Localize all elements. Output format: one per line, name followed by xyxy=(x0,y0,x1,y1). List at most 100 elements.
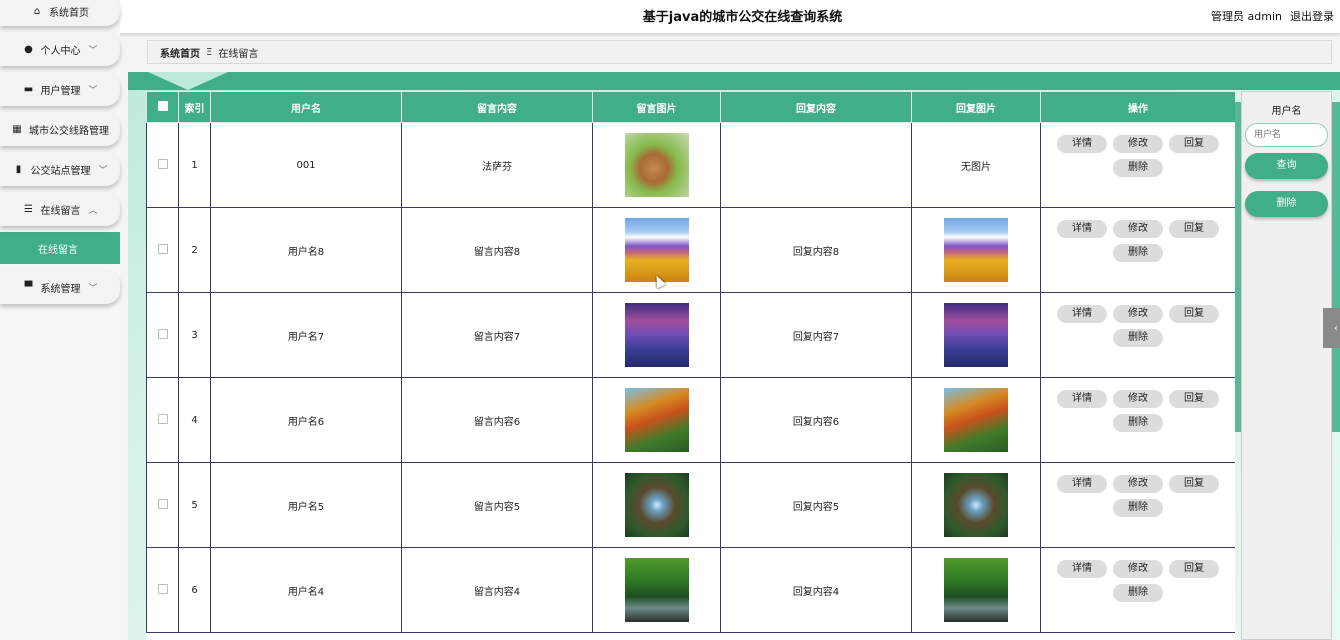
sliders-icon: ☰ xyxy=(24,203,33,215)
detail-button[interactable]: 详情 xyxy=(1057,560,1107,578)
col-content[interactable]: 留言内容 xyxy=(401,91,593,123)
username-cell: 用户名8 xyxy=(210,207,402,293)
message-image[interactable] xyxy=(944,303,1008,367)
edit-button[interactable]: 修改 xyxy=(1113,475,1163,493)
image-cell xyxy=(592,292,721,378)
content-cell: 留言内容5 xyxy=(401,462,593,548)
clipboard-icon: ▮ xyxy=(15,163,22,175)
select-all-cell xyxy=(146,91,179,123)
row-checkbox[interactable] xyxy=(157,328,168,339)
monitor-icon: ▀ xyxy=(24,281,33,293)
reply-cell: 回复内容4 xyxy=(720,547,912,633)
sidebar-item-label: 个人中心 xyxy=(40,45,81,57)
delete-button[interactable]: 删除 xyxy=(1113,499,1163,517)
reply-button[interactable]: 回复 xyxy=(1169,220,1219,238)
user-label: 管理员 admin xyxy=(1211,10,1282,23)
reply-button[interactable]: 回复 xyxy=(1169,560,1219,578)
sidebar-item-bus-stops[interactable]: ▮ 公交站点管理 ﹀ xyxy=(0,152,120,186)
content-cell: 留言内容6 xyxy=(401,377,593,463)
actions-cell: 详情 修改 回复 删除 xyxy=(1040,547,1235,633)
actions-cell: 详情 修改 回复 删除 xyxy=(1040,292,1235,378)
edit-button[interactable]: 修改 xyxy=(1113,560,1163,578)
grid-icon: ▦ xyxy=(12,123,22,135)
message-image[interactable] xyxy=(944,218,1008,282)
index-cell: 1 xyxy=(178,122,211,208)
username-search-input[interactable] xyxy=(1245,123,1328,147)
message-image[interactable] xyxy=(624,388,689,452)
delete-button[interactable]: 删除 xyxy=(1113,584,1163,602)
row-checkbox[interactable] xyxy=(157,583,168,594)
image-cell xyxy=(592,462,721,548)
col-username[interactable]: 用户名 xyxy=(210,91,402,123)
index-cell: 2 xyxy=(178,207,211,293)
sidebar-item-personal-center[interactable]: ● 个人中心 ﹀ xyxy=(0,32,120,66)
message-image[interactable] xyxy=(624,133,689,197)
actions-cell: 详情 修改 回复 删除 xyxy=(1040,377,1235,463)
panel-band xyxy=(128,72,1340,90)
index-cell: 5 xyxy=(178,462,211,548)
sidebar-item-label: 系统管理 xyxy=(40,283,81,295)
chevron-left-icon: ‹ xyxy=(1334,322,1338,334)
message-image[interactable] xyxy=(624,218,689,282)
user-area: 管理员 admin 退出登录 xyxy=(1211,8,1334,24)
detail-button[interactable]: 详情 xyxy=(1057,390,1107,408)
col-reply-image[interactable]: 回复图片 xyxy=(911,91,1041,123)
delete-button[interactable]: 删除 xyxy=(1113,414,1163,432)
delete-button[interactable]: 删除 xyxy=(1113,244,1163,262)
batch-delete-button[interactable]: 删除 xyxy=(1245,191,1328,217)
delete-button[interactable]: 删除 xyxy=(1113,329,1163,347)
actions-cell: 详情 修改 回复 删除 xyxy=(1040,462,1235,548)
message-image[interactable] xyxy=(944,388,1008,452)
sidebar-item-label: 在线留言 xyxy=(40,205,81,217)
checkbox-cell xyxy=(146,122,179,208)
query-button[interactable]: 查询 xyxy=(1245,153,1328,179)
reply-button[interactable]: 回复 xyxy=(1169,135,1219,153)
content-cell: 法萨芬 xyxy=(401,122,593,208)
sidebar-subitem-messages[interactable]: 在线留言 xyxy=(0,232,120,264)
reply-cell: 回复内容8 xyxy=(720,207,912,293)
message-image[interactable] xyxy=(944,473,1008,537)
detail-button[interactable]: 详情 xyxy=(1057,305,1107,323)
col-image[interactable]: 留言图片 xyxy=(592,91,721,123)
row-checkbox[interactable] xyxy=(157,158,168,169)
col-index[interactable]: 索引 xyxy=(178,91,211,123)
image-cell xyxy=(592,547,721,633)
content-cell: 留言内容7 xyxy=(401,292,593,378)
sidebar: ⌂ 系统首页 ● 个人中心 ﹀ ▬ 用户管理 ﹀ ▦ 城市公交线路管理 ▮ 公交… xyxy=(0,0,120,640)
edit-button[interactable]: 修改 xyxy=(1113,135,1163,153)
sidebar-item-label: 系统首页 xyxy=(49,7,89,19)
row-checkbox[interactable] xyxy=(157,243,168,254)
sidebar-item-user-management[interactable]: ▬ 用户管理 ﹀ xyxy=(0,72,120,106)
breadcrumb-home[interactable]: 系统首页 xyxy=(160,45,200,60)
sidebar-item-messages[interactable]: ☰ 在线留言 ︿ xyxy=(0,192,120,226)
detail-button[interactable]: 详情 xyxy=(1057,135,1107,153)
users-icon: ▬ xyxy=(23,83,34,95)
table-row: 5 用户名5 留言内容5 回复内容5 详情 修改 回复 删除 xyxy=(146,462,1235,548)
checkbox-cell xyxy=(146,207,179,293)
select-all-checkbox[interactable] xyxy=(157,100,168,111)
logout-link[interactable]: 退出登录 xyxy=(1290,8,1334,24)
reply-button[interactable]: 回复 xyxy=(1169,390,1219,408)
edit-button[interactable]: 修改 xyxy=(1113,220,1163,238)
detail-button[interactable]: 详情 xyxy=(1057,475,1107,493)
sidebar-item-system[interactable]: ▀ 系统管理 ﹀ xyxy=(0,270,120,304)
detail-button[interactable]: 详情 xyxy=(1057,220,1107,238)
message-image[interactable] xyxy=(624,303,689,367)
row-checkbox[interactable] xyxy=(157,413,168,424)
delete-button[interactable]: 删除 xyxy=(1113,159,1163,177)
message-image[interactable] xyxy=(624,473,689,537)
sidebar-item-bus-routes[interactable]: ▦ 城市公交线路管理 xyxy=(0,112,120,146)
message-image[interactable] xyxy=(624,558,689,622)
reply-button[interactable]: 回复 xyxy=(1169,305,1219,323)
message-image[interactable] xyxy=(944,558,1008,622)
edit-button[interactable]: 修改 xyxy=(1113,390,1163,408)
col-reply[interactable]: 回复内容 xyxy=(720,91,912,123)
reply-button[interactable]: 回复 xyxy=(1169,475,1219,493)
collapse-tab[interactable]: ‹ xyxy=(1323,308,1340,348)
image-cell xyxy=(911,292,1041,378)
edit-button[interactable]: 修改 xyxy=(1113,305,1163,323)
breadcrumb: 系统首页 Ξ 在线留言 xyxy=(147,40,1332,64)
row-checkbox[interactable] xyxy=(157,498,168,509)
table-row: 6 用户名4 留言内容4 回复内容4 详情 修改 回复 删除 xyxy=(146,547,1235,633)
sidebar-item-home[interactable]: ⌂ 系统首页 xyxy=(0,0,120,26)
